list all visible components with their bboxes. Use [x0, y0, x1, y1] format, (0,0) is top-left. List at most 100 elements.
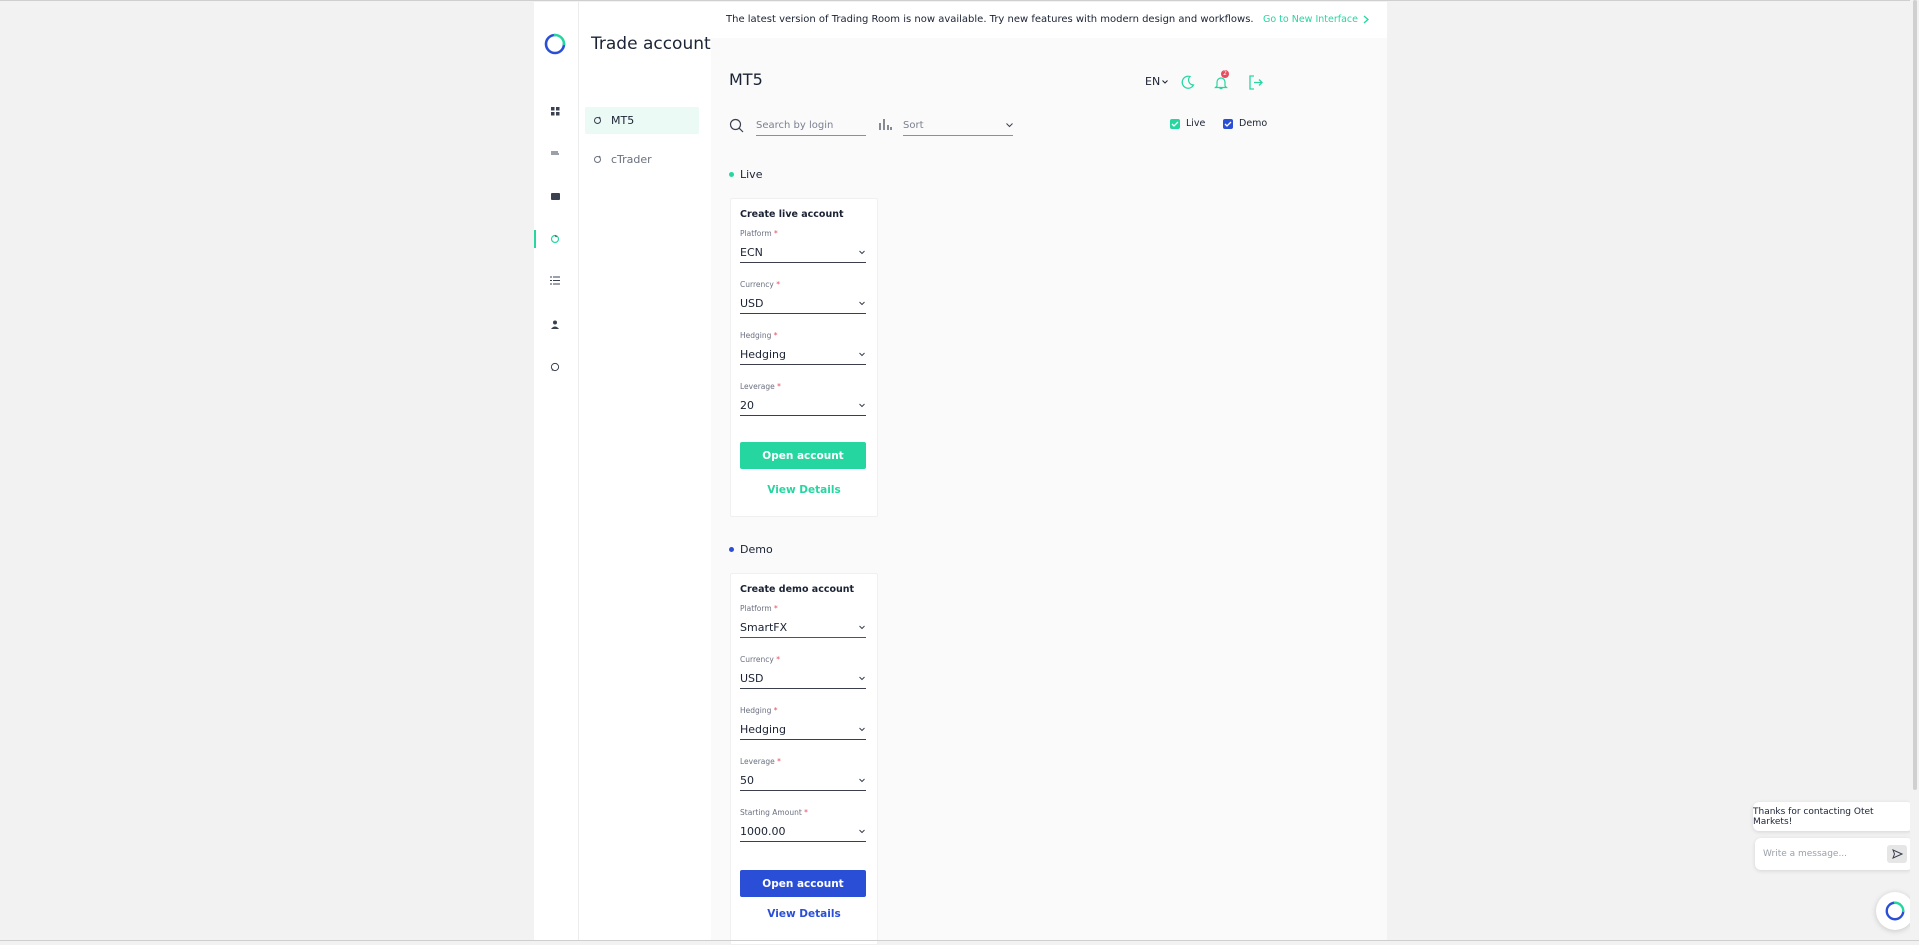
go-to-new-interface-link[interactable]: Go to New Interface [1263, 14, 1369, 25]
hedging-select[interactable]: Hedging [740, 719, 866, 740]
window-top-border [0, 0, 1919, 1]
filter-demo-checkbox[interactable]: Demo [1223, 118, 1267, 129]
hedging-field: Hedging * Hedging [740, 706, 866, 746]
search-icon [729, 118, 744, 133]
currency-select[interactable]: USD [740, 668, 866, 689]
required-marker: * [776, 280, 780, 289]
field-value: SmartFX [740, 620, 788, 634]
field-label: Hedging * [740, 331, 778, 340]
currency-field: Currency * USD [740, 280, 866, 320]
platform-select[interactable]: ECN [740, 242, 866, 263]
starting-amount-select[interactable]: 1000.00 [740, 821, 866, 842]
subnav-item-ctrader[interactable]: cTrader [585, 146, 699, 173]
chat-greeting-bubble: Thanks for contacting Otet Markets! [1753, 802, 1913, 831]
profile-icon[interactable] [548, 317, 562, 331]
filter-live-label: Live [1186, 118, 1206, 129]
live-section-label: Live [740, 168, 763, 181]
open-live-account-button[interactable]: Open account [740, 442, 866, 469]
trade-accounts-icon[interactable] [548, 232, 562, 246]
main-content: The latest version of Trading Room is no… [711, 2, 1387, 945]
field-label-text: Leverage [740, 757, 775, 766]
chevron-down-icon [859, 727, 865, 732]
banner-link-label: Go to New Interface [1262, 14, 1358, 25]
starting-amount-field: Starting Amount * 1000.00 [740, 808, 866, 848]
chevron-down-icon [859, 778, 865, 783]
chevron-down-icon [859, 625, 865, 630]
chevron-down-icon [859, 403, 865, 408]
filter-live-checkbox[interactable]: Live [1170, 118, 1205, 129]
notifications-bell-icon[interactable]: 2 [1212, 70, 1230, 91]
chevron-right-icon [1363, 15, 1369, 24]
page-scrollbar-thumb[interactable] [1913, 0, 1917, 790]
icon-rail [534, 2, 579, 941]
checkbox-checked-icon [1170, 118, 1180, 129]
chat-icon[interactable] [548, 360, 562, 374]
chevron-down-icon [859, 352, 865, 357]
currency-select[interactable]: USD [740, 293, 866, 314]
field-value: Hedging [740, 347, 787, 361]
field-label: Platform * [740, 229, 778, 238]
create-live-account-card: Create live account Platform * ECN Curre… [730, 198, 878, 517]
required-marker: * [776, 655, 780, 664]
page-section-title: Trade accounts [591, 34, 720, 54]
brand-logo-icon[interactable] [543, 32, 567, 56]
checkbox-checked-icon [1223, 118, 1233, 129]
demo-section-label: Demo [740, 543, 773, 556]
chevron-down-icon [859, 250, 865, 255]
chat-launcher-logo-icon[interactable] [1876, 892, 1914, 930]
app-frame: Trade accounts MT5 cTrader The latest ve… [534, 2, 1387, 945]
field-value: USD [740, 671, 764, 685]
field-label: Hedging * [740, 706, 778, 715]
view-live-details-link[interactable]: View Details [731, 484, 877, 496]
platform-field: Platform * ECN [740, 229, 866, 269]
required-marker: * [774, 229, 778, 238]
chat-message-box [1755, 838, 1913, 870]
leverage-select[interactable]: 20 [740, 395, 866, 416]
platform-select[interactable]: SmartFX [740, 617, 866, 638]
sort-placeholder: Sort [903, 119, 924, 131]
wallet-icon[interactable] [548, 189, 562, 203]
transfer-icon[interactable] [548, 146, 562, 160]
hedging-select[interactable]: Hedging [740, 344, 866, 365]
subnav-item-mt5[interactable]: MT5 [585, 107, 699, 134]
demo-status-dot [729, 547, 734, 552]
field-label: Platform * [740, 604, 778, 613]
required-marker: * [804, 808, 808, 817]
required-marker: * [773, 706, 778, 715]
required-marker: * [773, 331, 778, 340]
open-demo-account-button[interactable]: Open account [740, 870, 866, 897]
list-icon[interactable] [548, 273, 562, 287]
currency-field: Currency * USD [740, 655, 866, 695]
chevron-down-icon [859, 829, 865, 834]
field-label: Currency * [740, 280, 780, 289]
leverage-select[interactable]: 50 [740, 770, 866, 791]
field-value: 50 [740, 773, 754, 787]
language-selector[interactable]: EN [1145, 75, 1169, 88]
sort-select[interactable]: Sort [903, 115, 1013, 136]
banner-text: The latest version of Trading Room is no… [726, 14, 1254, 25]
send-icon[interactable] [1887, 845, 1907, 863]
notification-count-badge: 2 [1221, 70, 1229, 78]
required-marker: * [777, 757, 781, 766]
leverage-field: Leverage * 50 [740, 757, 866, 797]
trade-accounts-icon [593, 116, 603, 126]
field-value: Hedging [740, 722, 787, 736]
chevron-down-icon [859, 301, 865, 306]
theme-toggle-moon-icon[interactable] [1178, 73, 1196, 91]
logout-icon[interactable] [1247, 73, 1265, 91]
sort-bars-icon [879, 119, 892, 130]
chat-message-input[interactable] [1763, 846, 1883, 862]
view-demo-details-link[interactable]: View Details [731, 908, 877, 920]
search-input[interactable] [756, 115, 866, 136]
field-label: Leverage * [740, 382, 781, 391]
hedging-field: Hedging * Hedging [740, 331, 866, 371]
field-label-text: Platform [740, 604, 772, 613]
field-label-text: Platform [740, 229, 772, 238]
filter-demo-label: Demo [1239, 118, 1268, 129]
field-label-text: Leverage [740, 382, 775, 391]
chevron-down-icon [859, 676, 865, 681]
card-title: Create live account [740, 209, 844, 220]
leverage-field: Leverage * 20 [740, 382, 866, 422]
dashboard-icon[interactable] [548, 104, 562, 118]
card-title: Create demo account [740, 584, 855, 595]
